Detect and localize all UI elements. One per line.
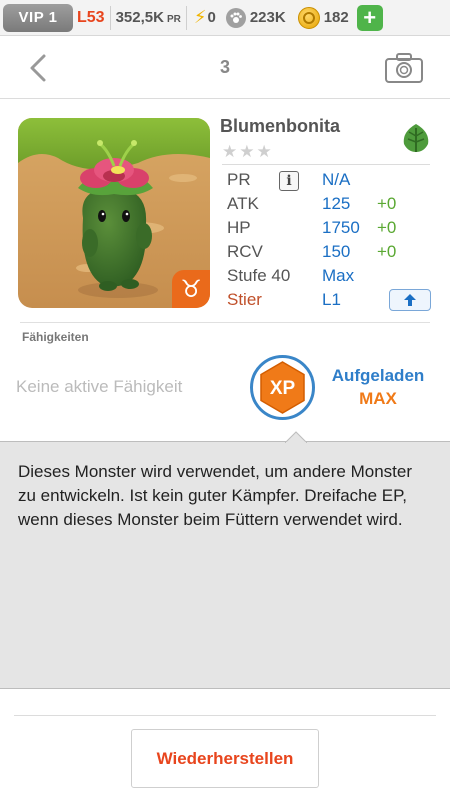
monster-description: Dieses Monster wird verwendet, um andere… [18, 462, 412, 529]
gold-value: 182 [323, 9, 349, 26]
status-bar: VIP 1 L53 352,5K PR ⚡ 0 223K 182 + [0, 0, 450, 36]
stat-label: RCV [227, 242, 263, 261]
ability-status: Aufgeladen [331, 366, 425, 385]
stat-value: 125 [322, 194, 351, 213]
vip-badge[interactable]: VIP 1 [3, 3, 73, 32]
divider [222, 164, 430, 165]
stat-value: 1750 [322, 218, 360, 237]
vip-label: VIP 1 [18, 9, 58, 26]
paw-icon [225, 7, 246, 28]
stat-row-pr: PR i N/A [227, 170, 437, 194]
stat-label: HP [227, 218, 251, 237]
divider [109, 5, 111, 30]
info-icon[interactable]: i [279, 171, 299, 191]
zodiac-taurus-icon: ♉ [172, 270, 210, 308]
stat-bonus: +0 [377, 218, 397, 237]
star-rating: ★★★ [222, 142, 274, 161]
stat-row-atk: ATK 125 +0 [227, 194, 437, 218]
page-header: 3 [0, 37, 450, 99]
lightning-icon: ⚡ [193, 7, 207, 27]
divider [14, 715, 436, 716]
stat-label: Stufe 40 [227, 266, 291, 285]
coin-icon [297, 6, 320, 29]
active-ability-empty: Keine aktive Fähigkeit [16, 377, 183, 396]
page-title: 3 [219, 57, 230, 77]
add-gold-button[interactable]: + [356, 4, 383, 31]
xp-icon: XP [250, 355, 315, 420]
stat-value: Max [322, 266, 355, 285]
stat-row-rcv: RCV 150 +0 [227, 242, 437, 266]
stat-bonus: +0 [377, 242, 397, 261]
stat-value: 150 [322, 242, 351, 261]
pointer-arrow [285, 431, 307, 443]
ability-charge-value: MAX [359, 389, 397, 408]
divider [20, 322, 430, 323]
stat-label: ATK [227, 194, 259, 213]
power-unit: PR [166, 13, 181, 25]
xp-ability-button[interactable]: XP [249, 354, 316, 421]
camera-icon[interactable] [384, 52, 424, 84]
player-level: L53 [77, 8, 105, 26]
xp-label: XP [270, 378, 296, 399]
stat-value: L1 [322, 290, 341, 309]
arrow-up-icon [404, 294, 416, 306]
food-value: 223K [249, 9, 286, 26]
monster-name: Blumenbonita [220, 116, 340, 136]
abilities-heading: Fähigkeiten [22, 330, 89, 344]
monster-portrait[interactable]: ♉ [18, 118, 210, 308]
restore-button[interactable]: Wiederherstellen [131, 729, 319, 788]
divider [185, 5, 187, 30]
stat-value: N/A [322, 170, 351, 189]
stat-row-hp: HP 1750 +0 [227, 218, 437, 242]
stat-label: Stier [227, 290, 262, 309]
stat-row-level: Stufe 40 Max [227, 266, 437, 290]
stat-label: PR [227, 170, 251, 189]
stat-bonus: +0 [377, 194, 397, 213]
leaf-icon [403, 124, 429, 152]
energy-value: 0 [207, 9, 216, 26]
power-value: 352,5K [115, 9, 164, 26]
upgrade-button[interactable] [389, 289, 431, 311]
